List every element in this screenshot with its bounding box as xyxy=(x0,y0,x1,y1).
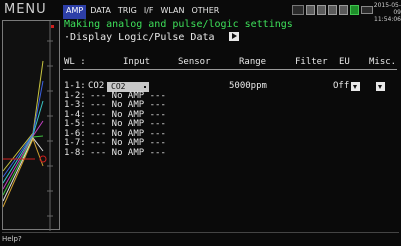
input-value: CO2 xyxy=(111,82,126,91)
header-misc: Misc. xyxy=(369,57,397,67)
select-indicator-icon xyxy=(144,86,146,88)
range-value[interactable]: 5000ppm xyxy=(229,81,267,92)
tab-if[interactable]: I/F xyxy=(141,5,157,19)
tab-data[interactable]: DATA xyxy=(87,5,114,19)
waveform-graph xyxy=(3,21,54,231)
date-text: 2015-05-09 xyxy=(373,2,401,16)
channel-status-icon xyxy=(317,5,326,15)
channel-status: --- No AMP --- xyxy=(90,147,166,158)
usb-icon xyxy=(292,5,304,15)
tab-amp[interactable]: AMP xyxy=(63,5,87,19)
header-input: Input xyxy=(123,57,151,67)
help-bar: Help? xyxy=(2,232,399,246)
eu-value: Off xyxy=(333,81,350,91)
channel-id: 1-8: xyxy=(64,147,86,158)
misc-dropdown-icon[interactable] xyxy=(376,82,385,91)
help-text: Help? xyxy=(2,235,22,243)
tab-wlan[interactable]: WLAN xyxy=(157,5,187,19)
play-button[interactable] xyxy=(228,32,239,41)
memory-status-icon xyxy=(350,5,359,15)
header-wl: WL : xyxy=(64,57,86,67)
menu-title: MENU xyxy=(4,2,47,17)
table-header: WL : Input Sensor Range Filter EU Misc. xyxy=(63,56,397,68)
channel-status-icon xyxy=(339,5,348,15)
table-row: 1-8: --- No AMP --- xyxy=(63,147,397,159)
status-icons xyxy=(292,5,373,15)
waveform-preview xyxy=(2,20,60,231)
tab-bar: AMP DATA TRIG I/F WLAN OTHER xyxy=(63,5,223,19)
header-filter: Filter xyxy=(295,57,328,67)
display-logic-pulse-row: ·Display Logic/Pulse Data xyxy=(64,32,239,44)
channel-table: 1-1: CO2 CO2 5000ppm Off 1-2: --- No AMP… xyxy=(63,81,397,159)
header-eu: EU xyxy=(339,57,350,67)
header-sensor: Sensor xyxy=(178,57,211,67)
display-logic-pulse-label: ·Display Logic/Pulse Data xyxy=(64,32,215,43)
tab-other[interactable]: OTHER xyxy=(189,5,223,19)
settings-panel: Making analog and pulse/logic settings ·… xyxy=(63,19,399,229)
tab-trig[interactable]: TRIG xyxy=(115,5,140,19)
channel-status-icon xyxy=(328,5,337,15)
page-title: Making analog and pulse/logic settings xyxy=(64,19,293,30)
header-range: Range xyxy=(239,57,267,67)
eu-dropdown-icon[interactable] xyxy=(351,82,360,91)
header-divider xyxy=(63,69,397,70)
channel-status-icon xyxy=(306,5,315,15)
